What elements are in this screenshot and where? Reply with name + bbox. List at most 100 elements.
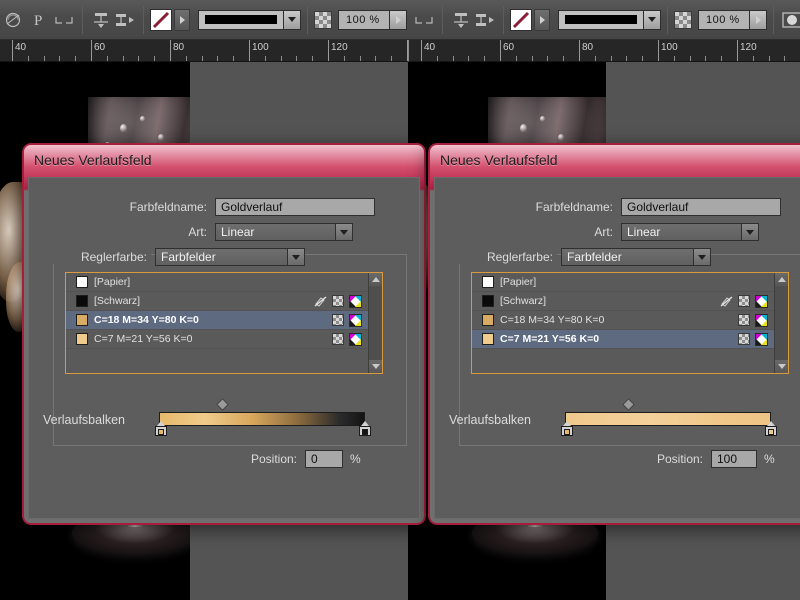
stop-color-select-left[interactable]: Farbfelder (155, 248, 305, 266)
zoom-combo-left[interactable]: 100 % (338, 9, 407, 30)
chevron-down-icon[interactable] (287, 249, 304, 265)
non-printing-icon (720, 295, 733, 307)
scroll-down-icon[interactable] (369, 360, 382, 373)
ruler-minor-tick (233, 56, 235, 61)
distribute-objects-icon[interactable] (113, 8, 137, 32)
swatch-name-input-right[interactable]: Goldverlauf (621, 198, 781, 216)
toolbar-separator (143, 5, 144, 34)
swatch-dropdown-button-right[interactable] (534, 8, 550, 31)
ruler-minor-tick (296, 56, 298, 61)
cmyk-color-mode-icon (755, 332, 768, 346)
ruler-tick-label: 100 (661, 42, 678, 53)
ruler-minor-tick (312, 56, 314, 61)
ruler-minor-tick (375, 56, 377, 61)
swatch-row-icons (332, 311, 362, 329)
chevron-down-icon-right[interactable] (644, 9, 661, 30)
swatch-color-chip (76, 295, 88, 307)
ruler-tick-label: 120 (331, 42, 348, 53)
scroll-up-icon[interactable] (369, 273, 382, 286)
gradient-stop-end-right[interactable] (765, 421, 777, 436)
swatch-list-item[interactable]: [Schwarz] (66, 292, 368, 311)
zoom-value-left[interactable]: 100 % (338, 9, 390, 30)
ruler-minor-tick (106, 56, 108, 61)
ruler-major-tick (12, 40, 13, 61)
distribute-objects-icon-right[interactable] (473, 8, 497, 32)
stroke-style-combo-right[interactable] (558, 9, 661, 30)
zoom-combo-right[interactable]: 100 % (698, 9, 767, 30)
stop-color-label-left: Reglerfarbe: (29, 250, 151, 264)
ruler-tick-label: 100 (252, 42, 269, 53)
swatch-name-input-left[interactable]: Goldverlauf (215, 198, 375, 216)
align-vertical-icon[interactable] (89, 8, 113, 32)
ruler-minor-tick (59, 56, 61, 61)
scroll-up-icon[interactable] (775, 273, 788, 286)
scroll-down-icon[interactable] (775, 360, 788, 373)
swatch-list-item[interactable]: [Papier] (66, 273, 368, 292)
chevron-down-icon[interactable] (741, 224, 758, 240)
ruler-minor-tick (784, 56, 786, 61)
swatch-name: C=18 M=34 Y=80 K=0 (94, 314, 199, 326)
gradient-ramp-left[interactable] (159, 412, 365, 426)
stroke-style-combo[interactable] (198, 9, 301, 30)
ruler-major-tick (249, 40, 250, 61)
spot-color-icon (332, 295, 344, 307)
gradient-stop-start-right[interactable] (561, 421, 573, 436)
spot-color-icon (332, 333, 344, 345)
transparency-checker-icon[interactable] (314, 10, 332, 29)
zoom-value-right[interactable]: 100 % (698, 9, 750, 30)
swatch-list-scrollbar-left[interactable] (368, 273, 382, 373)
align-vertical-icon-right[interactable] (449, 8, 473, 32)
ruler-major-tick (328, 40, 329, 61)
transparency-checker-icon-right[interactable] (674, 10, 692, 29)
swatch-list-item[interactable]: C=18 M=34 Y=80 K=0 (472, 311, 774, 330)
gradient-swatch-button-right[interactable] (510, 8, 532, 31)
ruler-minor-tick (547, 56, 549, 61)
swatch-list-item[interactable]: [Papier] (472, 273, 774, 292)
gradient-feather-tool-icon[interactable] (4, 8, 28, 32)
swatch-list-item[interactable]: [Schwarz] (472, 292, 774, 311)
ruler-horizontal-left[interactable]: 406080100120140160180 (0, 40, 408, 62)
swatch-list-left[interactable]: [Papier] [Schwarz] C=18 M=34 Y=80 K=0 C=7 M… (65, 272, 383, 374)
gradient-stop-start-left[interactable] (155, 421, 167, 436)
chevron-down-icon[interactable] (284, 9, 301, 30)
swatch-list-scrollbar-right[interactable] (774, 273, 788, 373)
gradient-swatch-button[interactable] (150, 8, 172, 31)
water-droplet (558, 134, 564, 141)
chevron-down-icon[interactable] (693, 249, 710, 265)
ruler-minor-tick (359, 56, 361, 61)
position-input-right[interactable]: 100 (711, 450, 757, 468)
toolbar-separator (773, 5, 774, 34)
toolbar-separator (82, 5, 83, 34)
gradient-stop-end-left[interactable] (359, 421, 371, 436)
drop-shadow-icon-right[interactable] (780, 8, 800, 32)
gradient-type-select-left[interactable]: Linear (215, 223, 353, 241)
ruler-minor-tick (452, 56, 454, 61)
ruler-tick-label: 80 (582, 42, 594, 53)
ruler-horizontal-right[interactable]: 40608010012014016018 (408, 40, 800, 62)
swatch-dropdown-button[interactable] (174, 8, 190, 31)
stroke-style-preview-right[interactable] (558, 9, 644, 30)
swatch-name: C=7 M=21 Y=56 K=0 (94, 333, 193, 345)
gradient-type-select-right[interactable]: Linear (621, 223, 759, 241)
position-input-left[interactable]: 0 (305, 450, 343, 468)
ruler-minor-tick (484, 56, 486, 61)
stroke-style-preview[interactable] (198, 9, 284, 30)
swatch-name-label-right: Farbfeldname: (535, 200, 613, 214)
zoom-dropdown-icon-left[interactable] (390, 9, 407, 30)
ruler-minor-tick (752, 56, 754, 61)
swatch-list-item[interactable]: C=7 M=21 Y=56 K=0 (472, 330, 774, 349)
position-label-right: Position: (656, 452, 703, 466)
chevron-down-icon[interactable] (335, 224, 352, 240)
ruler-minor-tick (531, 56, 533, 61)
gradient-ramp-label-right: Verlaufsbalken (449, 413, 532, 427)
gradient-ramp-right[interactable] (565, 412, 771, 426)
stop-color-select-right[interactable]: Farbfelder (561, 248, 711, 266)
swatch-list-right[interactable]: [Papier] [Schwarz] C=18 M=34 Y=80 K=0 C=7 M… (471, 272, 789, 374)
ruler-minor-tick (201, 56, 203, 61)
ruler-minor-tick (391, 56, 393, 61)
zoom-dropdown-icon-right[interactable] (750, 9, 767, 30)
cmyk-color-mode-icon (755, 313, 768, 327)
swatch-list-item[interactable]: C=18 M=34 Y=80 K=0 (66, 311, 368, 330)
swatch-list-item[interactable]: C=7 M=21 Y=56 K=0 (66, 330, 368, 349)
swatch-color-chip (482, 314, 494, 326)
